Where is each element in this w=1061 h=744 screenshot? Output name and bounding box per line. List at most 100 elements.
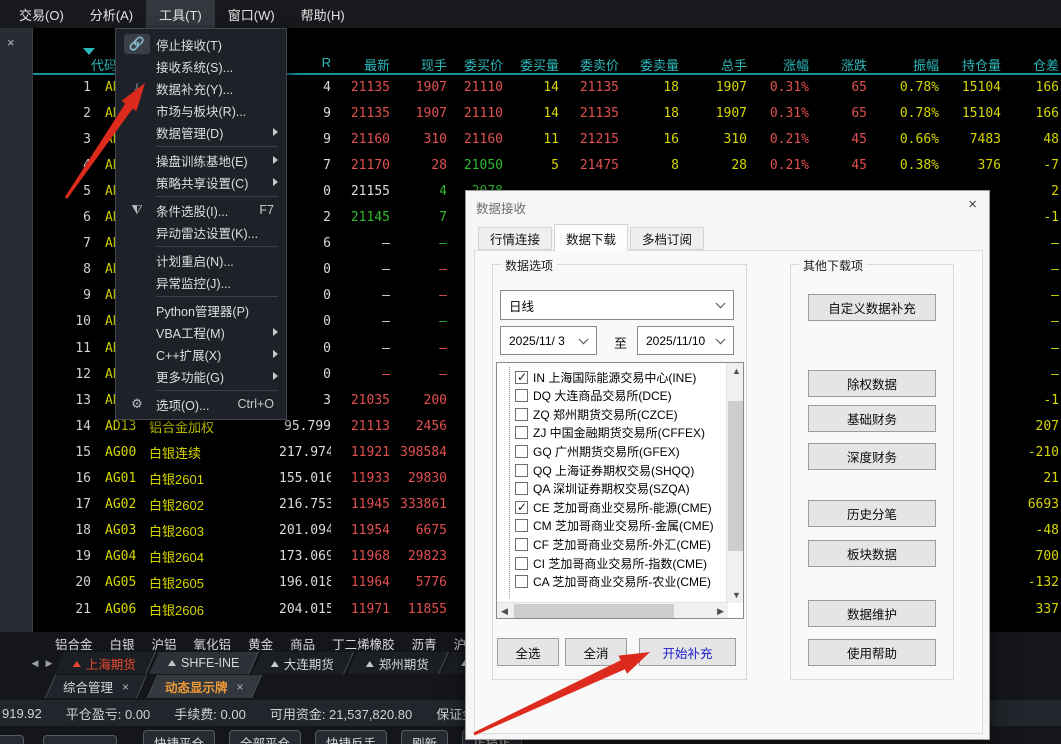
menu-item[interactable]: ⤓数据补充(Y)...	[116, 77, 286, 99]
action-button-全部平仓[interactable]: 全部平仓	[229, 730, 301, 744]
close-tab-icon[interactable]: ×	[237, 680, 244, 694]
category-link-白银[interactable]: 白银	[110, 634, 135, 652]
column-header-pct[interactable]: 涨幅	[747, 55, 809, 73]
menu-item[interactable]: 异动雷达设置(K)...	[116, 221, 286, 243]
exchange-item[interactable]: CA 芝加哥商业交易所-农业(CME)	[515, 573, 711, 591]
menu-item[interactable]: 市场与板块(R)...	[116, 99, 286, 121]
category-link-沥青[interactable]: 沥青	[412, 634, 437, 652]
market-tab-SHFE-INE[interactable]: SHFE-INE	[149, 652, 259, 674]
action-button-快捷平仓[interactable]: 快捷平仓	[143, 730, 215, 744]
dialog-button-自定义数据补充[interactable]: 自定义数据补充	[808, 294, 936, 321]
category-link-丁二烯橡胶[interactable]: 丁二烯橡胶	[332, 634, 395, 652]
column-header-oi[interactable]: 持仓量	[939, 55, 1001, 73]
checkbox-checked[interactable]	[515, 501, 528, 514]
tab-scroll-left-icon[interactable]: ◀	[28, 655, 42, 671]
menu-item[interactable]: 操盘训练基地(E)	[116, 149, 286, 171]
dialog-tab-多档订阅[interactable]: 多档订阅	[630, 227, 704, 250]
column-header-total[interactable]: 总手	[679, 55, 747, 73]
tab-scroll-right-icon[interactable]: ▶	[42, 655, 56, 671]
menu-item[interactable]: C++扩展(X)	[116, 343, 286, 365]
start-download-button[interactable]: 开始补充	[639, 638, 736, 666]
dialog-button-板块数据[interactable]: 板块数据	[808, 540, 936, 567]
menu-item[interactable]: ⚙选项(O)...Ctrl+O	[116, 393, 286, 415]
dialog-close-icon[interactable]: ×	[968, 196, 977, 213]
exchange-item[interactable]: CF 芝加哥商业交易所-外汇(CME)	[515, 535, 711, 553]
column-header-chg[interactable]: 涨跌	[809, 55, 867, 73]
market-tab-上海期货[interactable]: 上海期货	[54, 652, 156, 674]
menubar-item-窗口(W)[interactable]: 窗口(W)	[215, 0, 288, 29]
exchange-item[interactable]: QQ 上海证券期权交易(SHQQ)	[515, 461, 694, 479]
dialog-button-基础财务[interactable]: 基础财务	[808, 405, 936, 432]
menu-item[interactable]: 计划重启(N)...	[116, 249, 286, 271]
dialog-tab-数据下载[interactable]: 数据下载	[554, 224, 628, 251]
page-tab-综合管理[interactable]: 综合管理×	[45, 675, 147, 698]
clear-all-button[interactable]: 全消	[565, 638, 627, 666]
menubar-item-分析(A)[interactable]: 分析(A)	[77, 0, 146, 29]
column-header-amp[interactable]: 振幅	[867, 55, 939, 73]
menu-item[interactable]: 异常监控(J)...	[116, 271, 286, 293]
exchange-item[interactable]: ZQ 郑州期货交易所(CZCE)	[515, 405, 678, 423]
column-header-vol[interactable]: 现手	[390, 55, 447, 73]
exchange-item[interactable]: CM 芝加哥商业交易所-金属(CME)	[515, 517, 714, 535]
scroll-down-icon[interactable]: ▼	[732, 590, 741, 600]
dialog-button-除权数据[interactable]: 除权数据	[808, 370, 936, 397]
action-button-刷新[interactable]: 刷新	[401, 730, 448, 744]
action-button-快捷反手[interactable]: 快捷反手	[315, 730, 387, 744]
checkbox[interactable]	[515, 464, 528, 477]
menu-item[interactable]: 接收系统(S)...	[116, 55, 286, 77]
menu-item[interactable]: ⧨条件选股(I)...F7	[116, 199, 286, 221]
menubar-item-交易(O)[interactable]: 交易(O)	[6, 0, 77, 29]
menu-item[interactable]: VBA工程(M)	[116, 321, 286, 343]
category-link-沪铝[interactable]: 沪铝	[152, 634, 177, 652]
column-header-bidv[interactable]: 委买量	[503, 55, 559, 73]
checkbox[interactable]	[515, 519, 528, 532]
scroll-left-icon[interactable]: ◀	[501, 606, 508, 617]
exchange-item[interactable]: QA 深圳证券期权交易(SZQA)	[515, 480, 690, 498]
market-tab-郑州期货[interactable]: 郑州期货	[347, 652, 449, 674]
cut-button[interactable]	[0, 735, 24, 744]
column-header-num[interactable]	[71, 55, 91, 73]
dialog-button-使用帮助[interactable]: 使用帮助	[808, 639, 936, 666]
period-select[interactable]: 日线	[500, 290, 734, 320]
category-link-黄金[interactable]: 黄金	[248, 634, 273, 652]
scrollbar-thumb[interactable]	[728, 401, 743, 551]
menu-item[interactable]: Python管理器(P)	[116, 299, 286, 321]
close-panel-icon[interactable]: ×	[7, 36, 15, 49]
vertical-scrollbar[interactable]: ▲ ▼	[726, 363, 743, 603]
checkbox[interactable]	[515, 575, 528, 588]
checkbox[interactable]	[515, 408, 528, 421]
dialog-button-数据维护[interactable]: 数据维护	[808, 600, 936, 627]
checkbox-checked[interactable]	[515, 371, 528, 384]
cut-button[interactable]	[43, 735, 117, 744]
category-link-氧化铝[interactable]: 氧化铝	[194, 634, 232, 652]
page-tab-动态显示牌[interactable]: 动态显示牌×	[147, 675, 262, 698]
exchange-item[interactable]: CE 芝加哥商业交易所-能源(CME)	[515, 498, 712, 516]
exchange-item[interactable]: ZJ 中国金融期货交易所(CFFEX)	[515, 424, 705, 442]
checkbox[interactable]	[515, 426, 528, 439]
exchange-item[interactable]: CI 芝加哥商业交易所-指数(CME)	[515, 554, 707, 572]
horizontal-scrollbar[interactable]: ◀ ▶	[497, 602, 728, 618]
checkbox[interactable]	[515, 445, 528, 458]
column-header-bid[interactable]: 委买价	[447, 55, 503, 73]
menubar-item-帮助(H)[interactable]: 帮助(H)	[288, 0, 358, 29]
dialog-tab-行情连接[interactable]: 行情连接	[478, 227, 552, 250]
menu-item[interactable]: 数据管理(D)	[116, 121, 286, 143]
menu-item[interactable]: 策略共享设置(C)	[116, 171, 286, 193]
date-from-picker[interactable]: 2025/11/ 3	[500, 326, 597, 355]
close-tab-icon[interactable]: ×	[122, 680, 129, 694]
column-header-oid[interactable]: 仓差	[1001, 55, 1059, 73]
checkbox[interactable]	[515, 389, 528, 402]
menubar-item-工具(T)[interactable]: 工具(T)	[146, 0, 215, 29]
dialog-button-历史分笔[interactable]: 历史分笔	[808, 500, 936, 527]
exchange-item[interactable]: GQ 广州期货交易所(GFEX)	[515, 442, 680, 460]
checkbox[interactable]	[515, 538, 528, 551]
column-header-askv[interactable]: 委卖量	[619, 55, 679, 73]
dialog-button-深度财务[interactable]: 深度财务	[808, 443, 936, 470]
column-header-last[interactable]: 最新	[331, 55, 390, 73]
scrollbar-thumb[interactable]	[514, 604, 674, 618]
menu-item[interactable]: 更多功能(G)	[116, 365, 286, 387]
select-all-button[interactable]: 全选	[497, 638, 559, 666]
scroll-up-icon[interactable]: ▲	[732, 366, 741, 376]
date-to-picker[interactable]: 2025/11/10	[637, 326, 734, 355]
exchange-item[interactable]: IN 上海国际能源交易中心(INE)	[515, 368, 696, 386]
